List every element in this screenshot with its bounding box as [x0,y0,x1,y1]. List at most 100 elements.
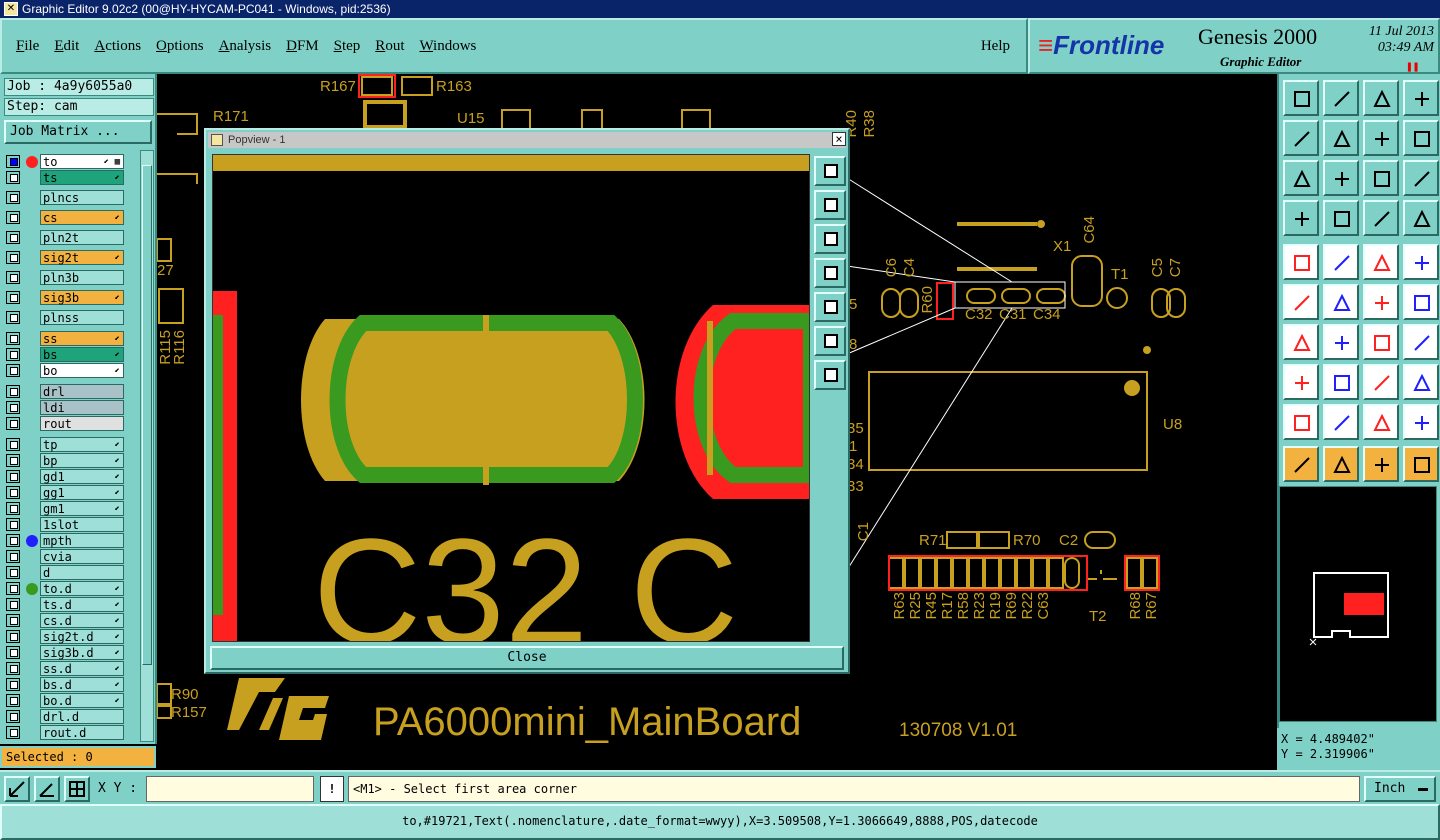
layer-name[interactable]: sig3b ⬋ [40,290,124,305]
select-text-icon[interactable] [1363,364,1399,400]
select-box-icon[interactable] [1323,446,1359,482]
layer-checkbox[interactable] [6,694,20,707]
popview-titlebar[interactable]: Popview - 1 [208,132,846,148]
triangle-filled-icon[interactable] [1363,404,1399,440]
units-selector[interactable]: Inch [1364,776,1436,802]
layer-checkbox[interactable] [6,364,20,377]
snap-cross-icon[interactable] [1323,284,1359,320]
layer-name[interactable]: bo.d ⬋ [40,693,124,708]
layer-row[interactable]: ts ⬋ [4,170,128,185]
layer-name[interactable]: cvia [40,549,124,564]
select-arrow-icon[interactable] [1363,446,1399,482]
rotate-icon[interactable] [1363,120,1399,156]
layer-name[interactable]: 1slot [40,517,124,532]
layer-row[interactable]: bo.d ⬋ [4,693,128,708]
layer-checkbox[interactable] [6,401,20,414]
layer-name[interactable]: sig2t.d ⬋ [40,629,124,644]
layer-checkbox[interactable] [6,646,20,659]
layer-checkbox[interactable] [6,582,20,595]
layer-row[interactable]: pln2t [4,230,128,245]
pointer-icon[interactable] [1283,446,1319,482]
layer-row[interactable]: ss ⬋ [4,331,128,346]
layer-checkbox[interactable] [6,470,20,483]
layer-row[interactable]: plncs [4,190,128,205]
zoom-1to1-icon[interactable] [1363,160,1399,196]
layer-checkbox[interactable] [6,710,20,723]
layer-checkbox[interactable] [6,502,20,515]
layer-name[interactable]: bo ⬋ [40,363,124,378]
layer-checkbox[interactable] [6,155,20,168]
select-hole-icon[interactable] [1403,364,1439,400]
layer-name[interactable]: sig2t ⬋ [40,250,124,265]
draw-angle-icon[interactable] [1283,324,1319,360]
layer-name[interactable]: bs.d ⬋ [40,677,124,692]
menu-analysis[interactable]: Analysis [219,38,272,55]
layer-row[interactable]: gm1 ⬋ [4,501,128,516]
layer-name[interactable]: plnss [40,310,124,325]
layer-name[interactable]: ldi [40,400,124,415]
layer-checkbox[interactable] [6,171,20,184]
layer-name[interactable]: cs.d ⬋ [40,613,124,628]
scrollbar-thumb[interactable] [142,165,152,665]
layer-name[interactable]: rout [40,416,124,431]
grid-icon[interactable] [1323,200,1359,236]
popview-pan-left-icon[interactable] [814,258,846,288]
select-net-icon[interactable] [1403,446,1439,482]
layer-name[interactable]: drl.d [40,709,124,724]
snap-edge-icon[interactable] [1403,284,1439,320]
layer-row[interactable]: to.d ⬋ [4,581,128,596]
layer-checkbox[interactable] [6,518,20,531]
draw-line-icon[interactable] [1323,324,1359,360]
add-pad-icon[interactable] [1283,244,1319,280]
popview-tool-window-icon[interactable] [814,156,846,186]
layer-checkbox[interactable] [6,534,20,547]
zoom-fit-icon[interactable] [1283,160,1319,196]
layer-checkbox[interactable] [6,630,20,643]
menu-actions[interactable]: Actions [94,38,141,55]
layer-checkbox[interactable] [6,417,20,430]
layer-checkbox[interactable] [6,291,20,304]
layer-row[interactable]: tp ⬋ [4,437,128,452]
popview-pan-right-icon[interactable] [814,292,846,322]
warning-icon[interactable]: ! [320,776,344,802]
layer-checkbox[interactable] [6,438,20,451]
layer-name[interactable]: sig3b.d ⬋ [40,645,124,660]
layer-checkbox[interactable] [6,678,20,691]
layer-compare-icon[interactable] [1363,200,1399,236]
layer-compare-alt-icon[interactable] [1403,200,1439,236]
open-job-icon[interactable] [1283,80,1319,116]
layer-row[interactable]: d [4,565,128,580]
layer-name[interactable]: pln3b [40,270,124,285]
layer-checkbox[interactable] [6,271,20,284]
menu-options[interactable]: Options [156,38,204,55]
layer-name[interactable]: cs ⬋ [40,210,124,225]
layer-name[interactable]: rout.d [40,725,124,740]
menu-help[interactable]: Help [981,38,1010,55]
menu-edit[interactable]: Edit [54,38,79,55]
popview-close-icon[interactable]: × [832,132,846,146]
layer-name[interactable]: gg1 ⬋ [40,485,124,500]
layer-row[interactable]: pln3b [4,270,128,285]
layer-name[interactable]: ss.d ⬋ [40,661,124,676]
layer-row[interactable]: bs.d ⬋ [4,677,128,692]
layer-row[interactable]: gg1 ⬋ [4,485,128,500]
add-line-icon[interactable] [1323,244,1359,280]
zoom-center-icon[interactable] [1323,160,1359,196]
layer-checkbox[interactable] [6,454,20,467]
layer-row[interactable]: cvia [4,549,128,564]
layer-row[interactable]: rout.d [4,725,128,740]
window-split-icon[interactable] [1403,80,1439,116]
layer-row[interactable]: drl [4,384,128,399]
layer-checkbox[interactable] [6,191,20,204]
snap-point-icon[interactable] [1363,284,1399,320]
menu-dfm[interactable]: DFM [286,38,319,55]
layer-checkbox[interactable] [6,662,20,675]
layer-name[interactable]: bp ⬋ [40,453,124,468]
layer-name[interactable]: plncs [40,190,124,205]
layer-row[interactable]: ts.d ⬋ [4,597,128,612]
snap-arrow-icon[interactable] [4,776,30,802]
layer-name[interactable]: mpth [40,533,124,548]
layer-row[interactable]: sig3b.d ⬋ [4,645,128,660]
layer-scrollbar[interactable] [140,150,154,742]
triangle-cross-icon[interactable] [1403,404,1439,440]
